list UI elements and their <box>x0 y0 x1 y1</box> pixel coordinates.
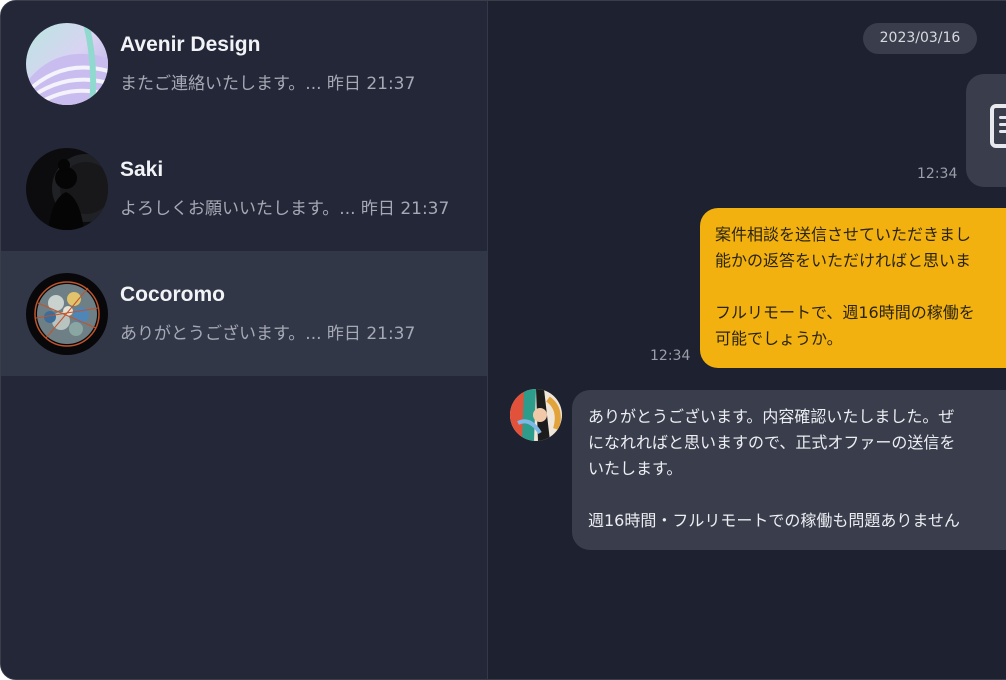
message-time: 12:34 <box>650 348 691 364</box>
avatar <box>26 148 108 230</box>
avatar <box>26 273 108 355</box>
chat-app-window: Avenir Design またご連絡いたします。... 昨日 21:37 Sa… <box>0 0 1006 680</box>
sender-avatar <box>510 389 562 441</box>
chat-thread: 2023/03/16 12:34 案件相談を送信させていただきまし 能かの返答を… <box>488 1 1006 679</box>
message-line: 案件相談を送信させていただきまし <box>715 225 972 244</box>
contact-name: Saki <box>120 158 164 181</box>
message-preview: またご連絡いたします。... 昨日 21:37 <box>120 74 416 94</box>
avatar <box>26 23 108 105</box>
contact-name: Cocoromo <box>120 283 225 306</box>
message-line: フルリモートで、週16時間の稼働を <box>715 303 975 322</box>
message-preview: ありがとうございます。... 昨日 21:37 <box>120 324 416 344</box>
message-line: 可能でしょうか。 <box>715 329 843 348</box>
message-line: ありがとうございます。内容確認いたしました。ぜ <box>588 407 955 426</box>
contact-name: Avenir Design <box>120 33 261 56</box>
conversation-item-cocoromo[interactable]: Cocoromo ありがとうございます。... 昨日 21:37 <box>1 251 487 376</box>
message-preview: よろしくお願いいたします。... 昨日 21:37 <box>120 199 450 219</box>
outgoing-message-bubble: 案件相談を送信させていただきまし 能かの返答をいただければと思いま フルリモート… <box>700 208 1006 368</box>
date-separator: 2023/03/16 <box>863 23 977 54</box>
message-line: になれればと思いますので、正式オファーの送信を <box>588 433 956 452</box>
file-message-bubble[interactable] <box>966 74 1006 187</box>
incoming-message-bubble: ありがとうございます。内容確認いたしました。ぜ になれればと思いますので、正式オ… <box>572 390 1006 550</box>
conversation-list: Avenir Design またご連絡いたします。... 昨日 21:37 Sa… <box>1 1 488 679</box>
message-line: 週16時間・フルリモートでの稼働も問題ありません <box>588 511 960 530</box>
message-line: いたします。 <box>588 459 683 478</box>
conversation-item-saki[interactable]: Saki よろしくお願いいたします。... 昨日 21:37 <box>1 126 487 251</box>
conversation-item-avenir-design[interactable]: Avenir Design またご連絡いたします。... 昨日 21:37 <box>1 1 487 126</box>
message-line: 能かの返答をいただければと思いま <box>715 251 972 270</box>
document-icon <box>990 104 1006 148</box>
message-time: 12:34 <box>917 166 958 182</box>
